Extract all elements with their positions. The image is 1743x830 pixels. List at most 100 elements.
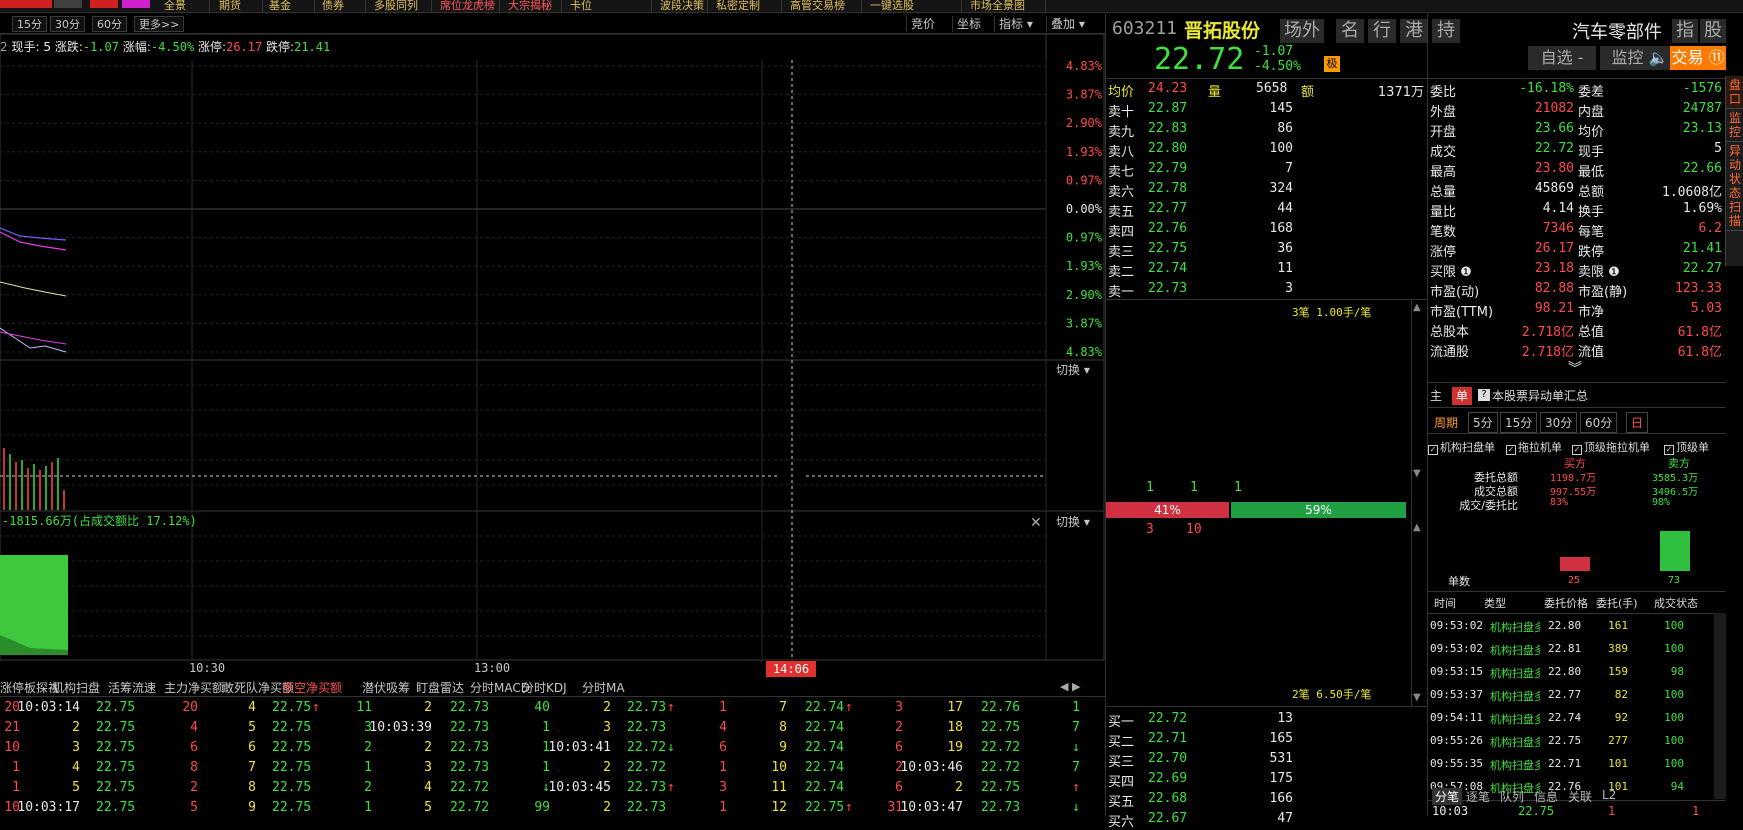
rating-badge[interactable]: 极 bbox=[1324, 56, 1340, 72]
checkbox-icon[interactable]: ✓ bbox=[1572, 445, 1582, 455]
bottom-tab[interactable]: 逐笔 bbox=[1466, 788, 1490, 805]
period-button[interactable]: 30分 bbox=[1540, 412, 1578, 433]
buy-count: 25 bbox=[1568, 575, 1581, 586]
tape-tab[interactable]: 分时KDJ bbox=[522, 680, 567, 696]
ask-row[interactable]: 卖三 22.75 36 bbox=[1106, 240, 1428, 260]
chart-tool-button[interactable]: 叠加 ▾ bbox=[1046, 16, 1089, 32]
ask-row[interactable]: 卖一 22.73 3 bbox=[1106, 280, 1428, 300]
stock-tag-button[interactable]: 名 bbox=[1336, 19, 1364, 43]
watchlist-button[interactable]: 自选 - bbox=[1528, 46, 1596, 70]
queue-scrollbar[interactable] bbox=[1411, 300, 1427, 706]
order-row[interactable]: 09:53:02 机构扫盘多 22.81 389 100 bbox=[1428, 640, 1726, 662]
amount-value: 1371万 bbox=[1377, 85, 1424, 100]
bid-level-label: 买一 bbox=[1108, 715, 1135, 730]
side-tab[interactable]: 监控 bbox=[1726, 109, 1743, 142]
tape-tab[interactable]: 分时MA bbox=[582, 680, 625, 696]
bottom-tab[interactable]: 信息 bbox=[1534, 788, 1558, 805]
checkbox-icon[interactable]: ✓ bbox=[1664, 445, 1674, 455]
checkbox-icon[interactable]: ✓ bbox=[1428, 445, 1438, 455]
switch-button[interactable]: 切换 ▾ bbox=[1056, 363, 1090, 377]
order-column-header[interactable]: 时间 bbox=[1434, 595, 1456, 611]
side-tab[interactable]: 盘口 bbox=[1726, 76, 1743, 109]
chart-tool-button[interactable]: 竞价 bbox=[906, 16, 939, 32]
tape-tab[interactable]: 盯盘雷达 bbox=[416, 680, 464, 696]
bottom-tab[interactable]: L2 bbox=[1602, 788, 1616, 802]
order-row[interactable]: 09:53:37 机构扫盘多 22.77 82 100 bbox=[1428, 686, 1726, 708]
period-button[interactable]: 日 bbox=[1626, 412, 1649, 433]
timeframe-button[interactable]: 更多>> bbox=[134, 16, 185, 32]
bottom-tab[interactable]: 队列 bbox=[1500, 788, 1524, 805]
side-tab[interactable]: 异动状态扫描 bbox=[1726, 142, 1743, 231]
ask-row[interactable]: 卖六 22.78 324 bbox=[1106, 180, 1428, 200]
tape-tab[interactable]: 主力净买额 bbox=[164, 680, 224, 696]
stock-tag-button[interactable]: 港 bbox=[1400, 19, 1428, 43]
bid-row[interactable]: 买六 22.67 47 bbox=[1106, 810, 1428, 830]
ask-row[interactable]: 卖十 22.87 145 bbox=[1106, 100, 1428, 120]
ask-row[interactable]: 卖八 22.80 100 bbox=[1106, 140, 1428, 160]
tape-tab[interactable]: 活筹流速 bbox=[108, 680, 156, 696]
ask-row[interactable]: 卖七 22.79 7 bbox=[1106, 160, 1428, 180]
stats-row: 委比 -16.18% 委差 -1576 bbox=[1428, 80, 1726, 100]
order-column-header[interactable]: 委托(手) bbox=[1596, 595, 1638, 611]
filter-checkbox[interactable]: ✓ 顶级单 bbox=[1664, 439, 1709, 455]
period-button[interactable]: 5分 bbox=[1468, 412, 1498, 433]
period-button[interactable]: 60分 bbox=[1580, 412, 1618, 433]
help-icon[interactable]: ? bbox=[1478, 389, 1490, 401]
timeframe-button[interactable]: 15分 bbox=[12, 16, 47, 32]
ask-row[interactable]: 卖五 22.77 44 bbox=[1106, 200, 1428, 220]
bid-row[interactable]: 买三 22.70 531 bbox=[1106, 750, 1428, 770]
tape-tab[interactable]: 涨停板探视 bbox=[0, 680, 60, 696]
bottom-tab[interactable]: 分笔 bbox=[1432, 788, 1463, 805]
stock-tag-button[interactable]: 行 bbox=[1368, 19, 1396, 43]
order-row[interactable]: 09:54:11 机构扫盘多 22.74 92 100 bbox=[1428, 709, 1726, 731]
order-tab-single[interactable]: 单 bbox=[1452, 387, 1472, 405]
chart-tool-button[interactable]: 指标 ▾ bbox=[994, 16, 1037, 32]
ask-row[interactable]: 卖四 22.76 168 bbox=[1106, 220, 1428, 240]
scroll-up-icon[interactable]: ▲ bbox=[1413, 302, 1421, 313]
ask-level-label: 卖九 bbox=[1108, 125, 1135, 140]
monitor-button[interactable]: 监控 🔈 bbox=[1600, 46, 1680, 70]
order-column-header[interactable]: 类型 bbox=[1484, 595, 1506, 611]
stat-value: 1.0608亿 bbox=[1662, 185, 1722, 200]
filter-checkbox[interactable]: ✓ 机构扫盘单 bbox=[1428, 439, 1495, 455]
trade-button[interactable]: 交易 ⑪ bbox=[1670, 46, 1726, 70]
order-column-header[interactable]: 委托价格 bbox=[1544, 595, 1588, 611]
bid-row[interactable]: 买五 22.68 166 bbox=[1106, 790, 1428, 810]
bottom-tab[interactable]: 关联 bbox=[1568, 788, 1592, 805]
scroll-down-icon[interactable]: ▼ bbox=[1413, 692, 1421, 703]
timeframe-button[interactable]: 60分 bbox=[92, 16, 127, 32]
tape-tab[interactable]: 多空净买额 bbox=[282, 680, 342, 696]
order-row[interactable]: 09:55:35 机构扫盘多 22.71 101 100 bbox=[1428, 755, 1726, 777]
order-row[interactable]: 09:55:26 机构扫盘多 22.75 277 100 bbox=[1428, 732, 1726, 754]
expand-icon[interactable]: ︾ bbox=[1568, 358, 1582, 378]
tape-tab[interactable]: 机构扫盘 bbox=[52, 680, 100, 696]
bid-price: 22.68 bbox=[1148, 791, 1188, 806]
filter-checkbox[interactable]: ✓ 拖拉机单 bbox=[1506, 439, 1562, 455]
stock-tag-button[interactable]: 场外 bbox=[1280, 19, 1324, 43]
period-button[interactable]: 15分 bbox=[1500, 412, 1538, 433]
industry-tag-button[interactable]: 股 bbox=[1700, 19, 1726, 43]
close-icon[interactable]: ✕ bbox=[1030, 515, 1042, 531]
industry-tag-button[interactable]: 指 bbox=[1672, 19, 1698, 43]
bid-row[interactable]: 买四 22.69 175 bbox=[1106, 770, 1428, 790]
ask-row[interactable]: 卖九 22.83 86 bbox=[1106, 120, 1428, 140]
order-scrollbar[interactable] bbox=[1714, 613, 1726, 799]
tape-tab[interactable]: 潜伏吸筹 bbox=[362, 680, 410, 696]
ask-row[interactable]: 卖二 22.74 11 bbox=[1106, 260, 1428, 280]
order-column-header[interactable]: 成交状态 bbox=[1654, 595, 1698, 611]
chart-tool-button[interactable]: 坐标 bbox=[952, 16, 985, 32]
checkbox-icon[interactable]: ✓ bbox=[1506, 445, 1516, 455]
order-row[interactable]: 09:53:15 机构扫盘多 22.80 159 98 bbox=[1428, 663, 1726, 685]
bid-row[interactable]: 买二 22.71 165 bbox=[1106, 730, 1428, 750]
filter-checkbox[interactable]: ✓ 顶级拖拉机单 bbox=[1572, 439, 1650, 455]
scroll-up-icon[interactable]: ▲ bbox=[1413, 522, 1421, 533]
tape-tab[interactable]: 分时MACD bbox=[470, 680, 530, 696]
order-row[interactable]: 09:53:02 机构扫盘多 22.80 161 100 bbox=[1428, 617, 1726, 639]
scroll-down-icon[interactable]: ▼ bbox=[1413, 468, 1421, 479]
switch-button[interactable]: 切换 ▾ bbox=[1056, 515, 1090, 529]
timeframe-button[interactable]: 30分 bbox=[50, 16, 85, 32]
order-tab-main[interactable]: 主 bbox=[1430, 387, 1448, 405]
industry-name[interactable]: 汽车零部件 bbox=[1572, 18, 1662, 44]
scroll-arrows[interactable]: ◀ ▶ bbox=[1060, 680, 1080, 693]
bid-row[interactable]: 买一 22.72 13 bbox=[1106, 710, 1428, 730]
